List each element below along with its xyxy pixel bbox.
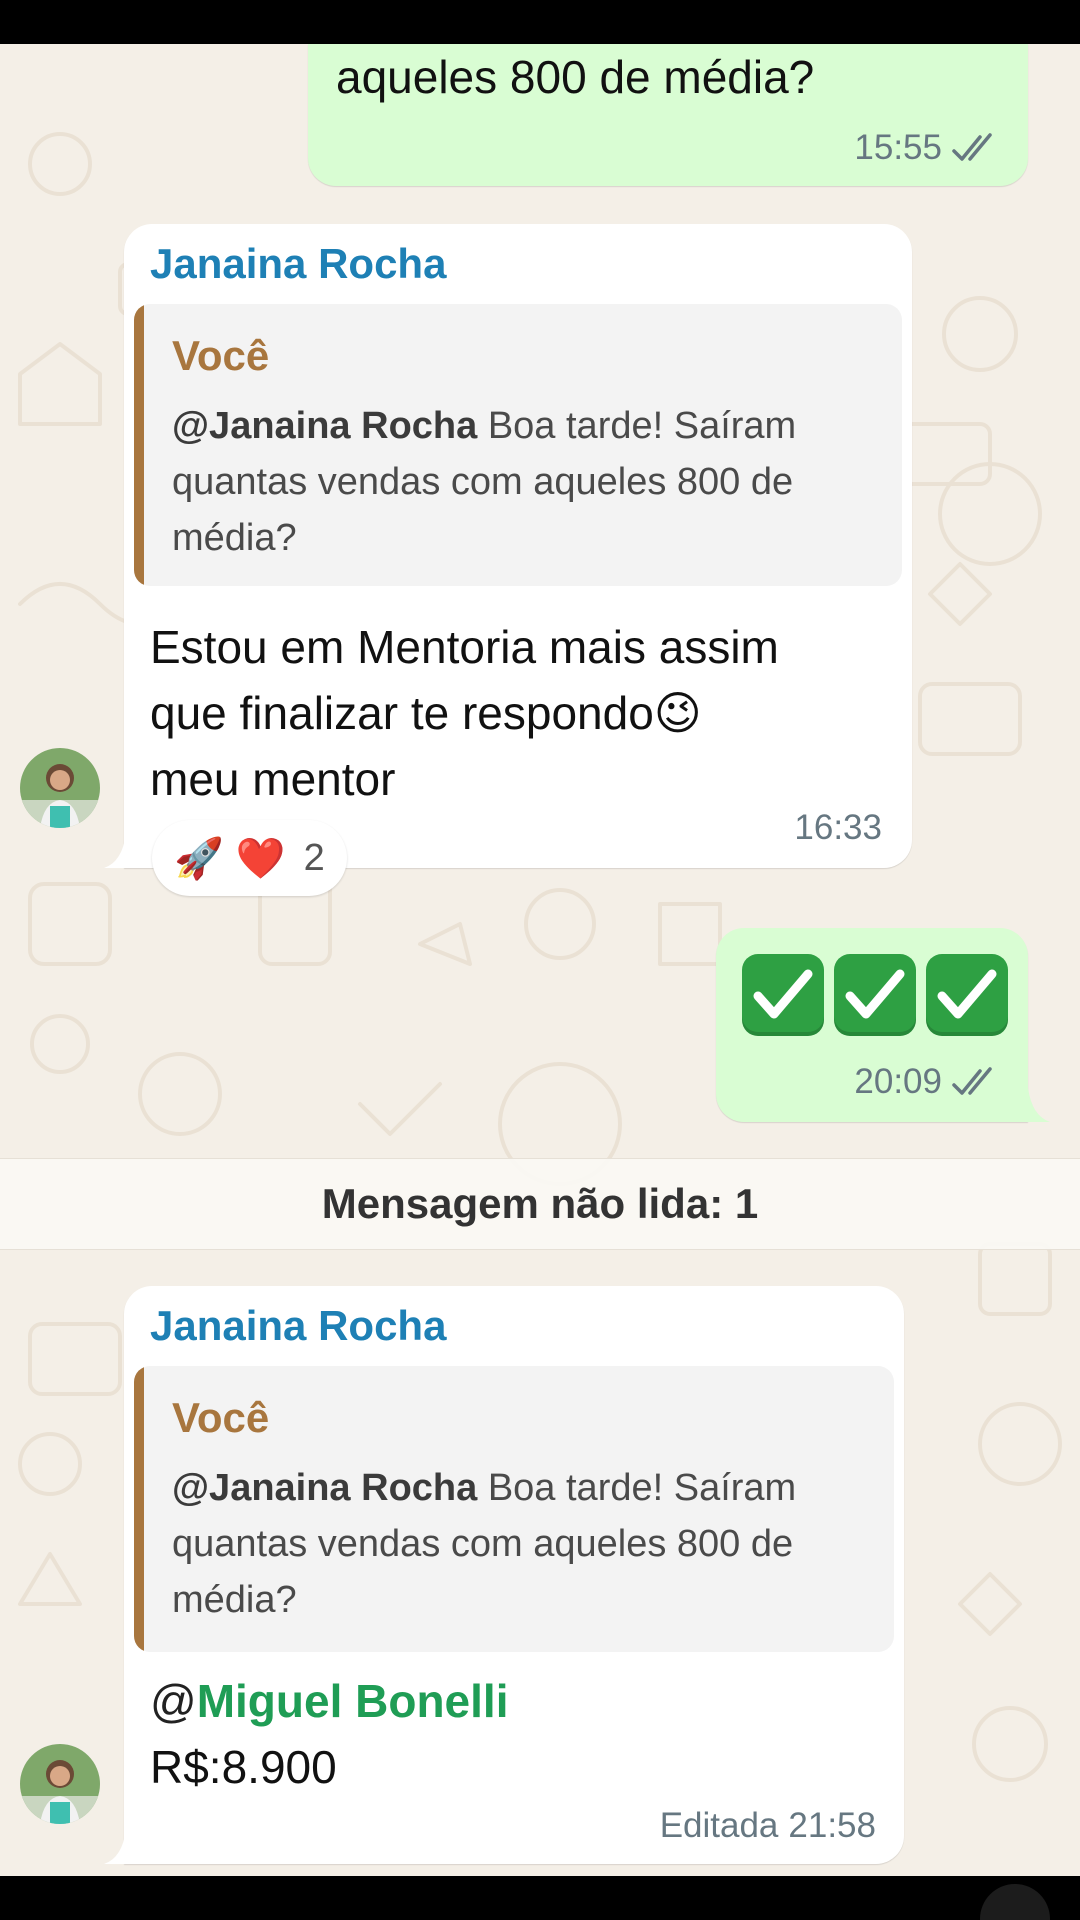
quote-accent-bar — [134, 304, 144, 586]
chat-area[interactable]: aqueles 800 de média? 15:55 Janaina Roch… — [0, 44, 1080, 1876]
quote-text: @Janaina Rocha Boa tarde! Saíram quantas… — [172, 1460, 864, 1628]
bubble-tail — [104, 834, 126, 868]
quoted-message[interactable]: Você @Janaina Rocha Boa tarde! Saíram qu… — [134, 304, 902, 586]
quote-mention: @Janaina Rocha — [172, 1467, 478, 1509]
unread-divider-label: Mensagem não lida: 1 — [321, 1180, 759, 1227]
scroll-to-bottom-button[interactable] — [980, 1884, 1050, 1920]
message-time: 16:33 — [794, 808, 882, 847]
check-mark-button-icon — [834, 954, 916, 1036]
rocket-reaction: 🚀 — [174, 836, 224, 881]
message-meta: Editada 21:58 — [660, 1806, 876, 1846]
avatar-image — [20, 748, 100, 828]
avatar-image — [20, 1744, 100, 1824]
message-meta: 16:33 — [794, 808, 882, 848]
message-text: aqueles 800 de média? — [336, 51, 815, 103]
message-emoji-row — [742, 954, 1008, 1036]
read-check-icon — [952, 133, 992, 161]
mention-name: Miguel Bonelli — [196, 1675, 509, 1727]
bottom-bar — [0, 1876, 1080, 1920]
quote-author: Você — [172, 1394, 270, 1441]
reactions-pill[interactable]: 🚀 ❤️ 2 — [152, 820, 347, 896]
check-mark-button-icon — [742, 954, 824, 1036]
quote-text: @Janaina Rocha Boa tarde! Saíram quantas… — [172, 398, 872, 566]
sender-name[interactable]: Janaina Rocha — [150, 1302, 446, 1350]
message-text: Estou em Mentoria mais assim que finaliz… — [150, 614, 890, 812]
message-line: que finalizar te respondo😉 — [150, 687, 702, 739]
quote-accent-bar — [134, 1366, 144, 1652]
avatar[interactable] — [20, 748, 100, 828]
outgoing-message[interactable]: aqueles 800 de média? 15:55 — [308, 44, 1028, 186]
outgoing-message[interactable]: 20:09 — [716, 928, 1028, 1122]
check-mark-button-icon — [926, 954, 1008, 1036]
unread-divider: Mensagem não lida: 1 — [0, 1158, 1080, 1250]
incoming-message[interactable]: Janaina Rocha Você @Janaina Rocha Boa ta… — [124, 1286, 904, 1864]
message-meta: 20:09 — [854, 1062, 1000, 1102]
avatar[interactable] — [20, 1744, 100, 1824]
heart-reaction: ❤️ — [235, 836, 286, 881]
message-time: 20:09 — [854, 1062, 942, 1101]
incoming-message[interactable]: Janaina Rocha Você @Janaina Rocha Boa ta… — [124, 224, 912, 868]
message-time: 15:55 — [854, 128, 942, 167]
sender-name[interactable]: Janaina Rocha — [150, 240, 446, 288]
read-check-icon — [952, 1067, 992, 1095]
reaction-count: 2 — [303, 836, 325, 879]
mention[interactable]: @Miguel Bonelli — [150, 1668, 508, 1734]
edited-label: Editada — [659, 1806, 779, 1845]
message-line: Estou em Mentoria mais assim — [150, 621, 779, 673]
mention-at: @ — [150, 1675, 197, 1727]
bubble-tail — [1028, 1088, 1050, 1122]
quote-mention: @Janaina Rocha — [172, 405, 478, 447]
message-time: 21:58 — [788, 1806, 876, 1845]
quote-author: Você — [172, 332, 270, 379]
message-text: R$:8.900 — [150, 1741, 337, 1793]
message-line: meu mentor — [150, 753, 396, 805]
status-bar — [0, 0, 1080, 44]
quoted-message[interactable]: Você @Janaina Rocha Boa tarde! Saíram qu… — [134, 1366, 894, 1652]
bubble-tail — [104, 1830, 126, 1864]
message-meta: 15:55 — [854, 128, 1000, 168]
